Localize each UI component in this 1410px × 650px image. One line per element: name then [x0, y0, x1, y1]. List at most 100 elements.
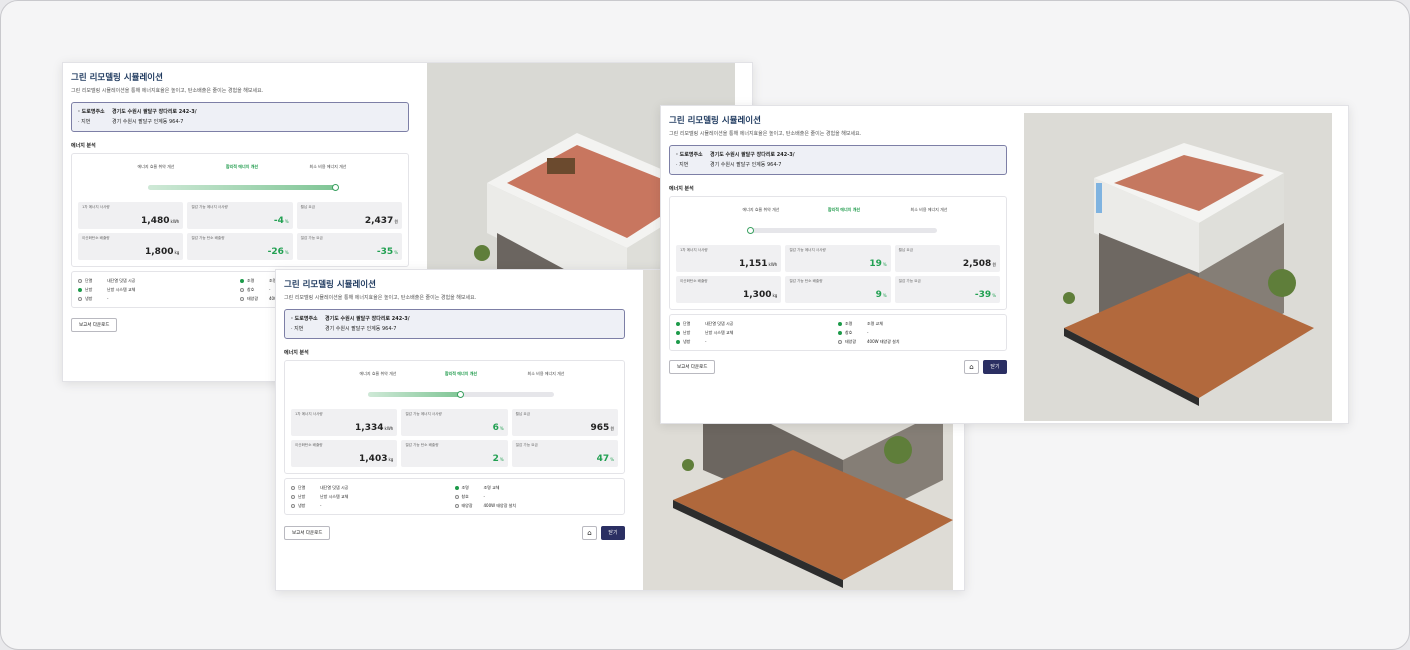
- energy-section-label: 에너지 분석: [669, 186, 694, 192]
- metric-co2-saving-value: -26: [267, 247, 284, 257]
- option-lighting[interactable]: 조명조명 교체: [838, 319, 1000, 328]
- remodel-options: 단열내단열 덧댐 시공 조명조명 교체 난방난방 시스템 교체 창호- 냉방- …: [669, 314, 1007, 351]
- option-heating[interactable]: 난방 난방 시스템 교체: [676, 328, 838, 337]
- metric-usage: 1차 에너지 사사량 1,334kWh: [291, 409, 398, 436]
- metric-saving: 절감 가능 에너지 사사량 19%: [785, 245, 891, 272]
- option-heating[interactable]: 난방 난방 시스템 교체: [291, 492, 455, 501]
- level-slider-fill: [368, 392, 461, 397]
- metric-fee-saving: 절감 가능 요금 -39%: [894, 276, 1000, 303]
- metric-fee-saving-value: 47: [596, 454, 610, 464]
- option-cooling[interactable]: 냉방 -: [291, 501, 455, 510]
- metric-saving-value: 6: [492, 423, 499, 433]
- option-solar[interactable]: 태양광400W 태양광 설치: [454, 501, 619, 510]
- page-subtitle: 그린 리모델링 시뮬레이션을 통해 에너지효율은 높이고, 탄소배출은 줄이는 …: [71, 88, 264, 94]
- simulation-card-3: 그린 리모델링 시뮬레이션 그린 리모델링 시뮬레이션을 통해 에너지효율은 높…: [660, 105, 1349, 424]
- metric-saving: 절감 가능 에너지 사사량 -4%: [187, 202, 293, 229]
- metric-fee-saving-value: -35: [376, 247, 394, 257]
- option-lighting[interactable]: 조명조명 교체: [454, 483, 619, 492]
- energy-analysis: 에너지 효율 취약 개선 합리적 에너지 개선 최소 비용 에너지 개선 1차 …: [71, 153, 409, 267]
- metric-co2-value: 1,300: [743, 290, 772, 300]
- metric-cost: 월납 요금 2,437원: [296, 202, 402, 229]
- metric-co2: 이산화탄소 배출량 1,300kg: [676, 276, 782, 303]
- option-insulation[interactable]: 단열 내단열 덧댐 시공: [78, 276, 240, 285]
- step-label-1: 에너지 효율 취약 개선: [742, 207, 780, 212]
- energy-analysis: 에너지 효율 취약 개선 합리적 에너지 개선 최소 비용 에너지 개선 1차 …: [284, 360, 625, 474]
- metric-co2-saving: 절감 가능 탄소 배출량 -26%: [187, 233, 293, 260]
- home-button[interactable]: ⌂: [582, 526, 597, 540]
- screenshot-stage: 그린 리모델링 시뮬레이션 그린 리모델링 시뮬레이션을 통해 에너지효율은 높…: [0, 0, 1410, 650]
- level-slider-knob[interactable]: [332, 184, 339, 191]
- road-value: 경기도 수원시 팔달구 장다리로 242-3/: [325, 316, 410, 322]
- home-icon: ⌂: [969, 363, 974, 371]
- metric-co2-saving: 절감 가능 탄소 배출량 2%: [401, 440, 508, 467]
- metric-cost: 월납 요금 965원: [511, 409, 618, 436]
- metric-fee-saving-value: -39: [974, 290, 992, 300]
- metric-co2-value: 1,800: [145, 247, 174, 257]
- step-label-3: 최소 비용 에너지 개선: [309, 164, 347, 169]
- step-label-1: 에너지 효율 취약 개선: [137, 164, 175, 169]
- panel-left: 그린 리모델링 시뮬레이션 그린 리모델링 시뮬레이션을 통해 에너지효율은 높…: [661, 106, 1015, 423]
- metric-usage: 1차 에너지 사사량 1,151kWh: [676, 245, 782, 272]
- home-icon: ⌂: [587, 529, 592, 537]
- option-insulation[interactable]: 단열 내단열 덧댐 시공: [676, 319, 838, 328]
- close-button[interactable]: 닫기: [983, 360, 1007, 374]
- metrics-grid: 1차 에너지 사사량 1,480kWh 절감 가능 에너지 사사량 -4% 월납 요…: [78, 202, 402, 260]
- page-subtitle: 그린 리모델링 시뮬레이션을 통해 에너지효율은 높이고, 탄소배출은 줄이는 …: [669, 131, 862, 137]
- metric-saving-value: 19: [869, 259, 882, 269]
- option-insulation[interactable]: 단열 내단열 덧댐 시공: [291, 483, 455, 492]
- address-box: · 도로명주소 경기도 수원시 팔달구 장다리로 242-3/ · 지번 경기 수원…: [71, 102, 409, 132]
- page-title: 그린 리모델링 시뮬레이션: [669, 116, 761, 126]
- step-label-2: 합리적 에너지 개선: [444, 371, 478, 376]
- metrics-grid: 1차 에너지 사사량 1,334kWh 절감 가능 에너지 사사량 6% 월납 요금…: [291, 409, 618, 467]
- building-render-panel: [1024, 113, 1332, 421]
- address-box: · 도로명주소 경기도 수원시 팔달구 장다리로 242-3/ · 지번 경기 수원…: [669, 145, 1007, 175]
- metric-usage-value: 1,334: [355, 423, 384, 433]
- download-report-button[interactable]: 보고서 다운로드: [669, 360, 716, 374]
- address-box: · 도로명주소 경기도 수원시 팔달구 장다리로 242-3/ · 지번 경기 수원…: [284, 309, 625, 339]
- home-button[interactable]: ⌂: [964, 360, 979, 374]
- road-value: 경기도 수원시 팔달구 장다리로 242-3/: [112, 109, 197, 115]
- metric-usage-value: 1,480: [141, 216, 170, 226]
- option-solar[interactable]: 태양광400W 태양광 설치: [838, 337, 1000, 346]
- page-subtitle: 그린 리모델링 시뮬레이션을 통해 에너지효율은 높이고, 탄소배출은 줄이는 …: [284, 295, 477, 301]
- step-label-3: 최소 비용 에너지 개선: [527, 371, 565, 376]
- metric-co2: 이산화탄소 배출량 1,403kg: [291, 440, 398, 467]
- level-steps: 에너지 효율 취약 개선 합리적 에너지 개선 최소 비용 에너지 개선: [676, 203, 1000, 234]
- metric-co2-saving: 절감 가능 탄소 배출량 9%: [785, 276, 891, 303]
- metric-cost: 월납 요금 2,508원: [894, 245, 1000, 272]
- download-report-button[interactable]: 보고서 다운로드: [71, 318, 118, 332]
- metric-saving-value: -4: [273, 216, 284, 226]
- level-slider-fill: [148, 185, 336, 190]
- metric-cost-value: 2,437: [364, 216, 394, 226]
- level-slider[interactable]: [747, 227, 937, 234]
- step-label-1: 에너지 효율 취약 개선: [359, 371, 397, 376]
- level-slider[interactable]: [148, 184, 339, 191]
- option-cooling[interactable]: 냉방 -: [78, 294, 240, 303]
- metric-usage: 1차 에너지 사사량 1,480kWh: [78, 202, 184, 229]
- road-label: · 도로명주소: [676, 152, 703, 158]
- energy-section-label: 에너지 분석: [71, 143, 96, 149]
- metric-fee-saving: 절감 가능 요금 -35%: [296, 233, 402, 260]
- level-slider-knob[interactable]: [457, 391, 464, 398]
- page-title: 그린 리모델링 시뮬레이션: [284, 280, 376, 290]
- step-label-2: 합리적 에너지 개선: [827, 207, 861, 212]
- panel-left: 그린 리모델링 시뮬레이션 그린 리모델링 시뮬레이션을 통해 에너지효율은 높…: [276, 270, 633, 590]
- metric-co2-saving-value: 2: [492, 454, 499, 464]
- lot-label: · 지번: [676, 162, 689, 168]
- energy-section-label: 에너지 분석: [284, 350, 309, 356]
- option-cooling[interactable]: 냉방 -: [676, 337, 838, 346]
- level-slider-knob[interactable]: [747, 227, 754, 234]
- option-window[interactable]: 창호 -: [838, 328, 1000, 337]
- option-heating[interactable]: 난방 난방 시스템 교체: [78, 285, 240, 294]
- house-render-image: [1024, 113, 1332, 421]
- close-button[interactable]: 닫기: [601, 526, 625, 540]
- level-steps: 에너지 효율 취약 개선 합리적 에너지 개선 최소 비용 에너지 개선: [78, 160, 402, 191]
- road-label: · 도로명주소: [291, 316, 318, 322]
- level-slider[interactable]: [368, 391, 554, 398]
- option-window[interactable]: 창호 -: [454, 492, 619, 501]
- download-report-button[interactable]: 보고서 다운로드: [284, 526, 331, 540]
- metrics-grid: 1차 에너지 사사량 1,151kWh 절감 가능 에너지 사사량 19% 월납 요…: [676, 245, 1000, 303]
- remodel-options: 단열내단열 덧댐 시공 조명조명 교체 난방난방 시스템 교체 창호- 냉방- …: [284, 478, 625, 515]
- lot-label: · 지번: [291, 326, 304, 332]
- road-value: 경기도 수원시 팔달구 장다리로 242-3/: [710, 152, 795, 158]
